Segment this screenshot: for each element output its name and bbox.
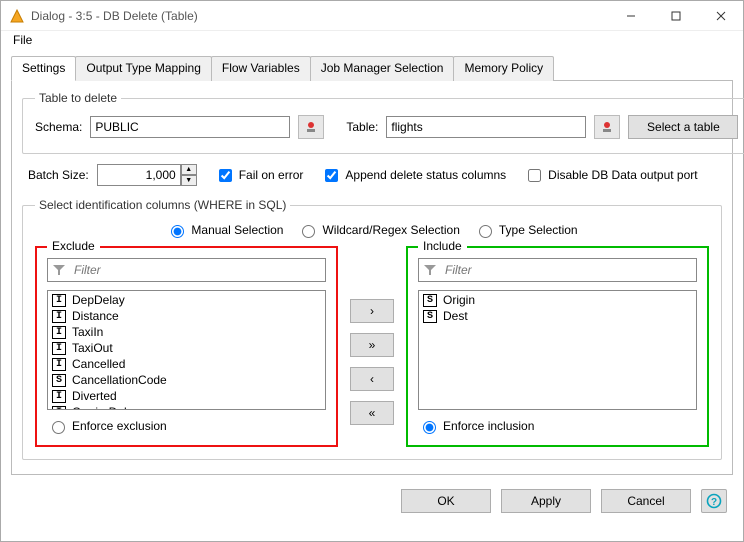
- integer-type-icon: I: [52, 310, 66, 323]
- svg-text:?: ?: [711, 497, 717, 508]
- exclude-box: Exclude IDepDelayIDistanceITaxiInITaxiOu…: [35, 246, 338, 447]
- select-table-button[interactable]: Select a table: [628, 115, 738, 139]
- string-type-icon: S: [423, 310, 437, 323]
- include-filter-input[interactable]: [441, 259, 692, 281]
- list-item[interactable]: I Cancelled: [48, 356, 325, 372]
- list-item[interactable]: I Diverted: [48, 388, 325, 404]
- move-left-button[interactable]: ‹: [350, 367, 394, 391]
- filter-icon: [423, 264, 437, 276]
- title-bar: Dialog - 3:5 - DB Delete (Table): [1, 1, 743, 31]
- include-list[interactable]: S Origin S Dest: [418, 290, 697, 410]
- list-item[interactable]: S Dest: [419, 308, 696, 324]
- column-name: Dest: [443, 309, 468, 323]
- apply-button[interactable]: Apply: [501, 489, 591, 513]
- include-box: Include SOriginSDest Enforce inclusion: [406, 246, 709, 447]
- integer-type-icon: I: [52, 294, 66, 307]
- tab-job-manager[interactable]: Job Manager Selection: [310, 56, 455, 81]
- list-item[interactable]: I CarrierDelay: [48, 404, 325, 410]
- cancel-button[interactable]: Cancel: [601, 489, 691, 513]
- column-name: Cancelled: [72, 357, 125, 371]
- dialog-footer: OK Apply Cancel ?: [1, 475, 743, 525]
- tab-flow-variables[interactable]: Flow Variables: [211, 56, 311, 81]
- table-to-delete-group: Table to delete Schema: Table: Select a …: [22, 91, 744, 154]
- help-icon: ?: [706, 493, 722, 509]
- schema-input[interactable]: [90, 116, 290, 138]
- fail-on-error-checkbox[interactable]: Fail on error: [215, 166, 304, 185]
- exclude-list[interactable]: I DepDelay I Distance I TaxiIn I TaxiOut I Cancel…: [47, 290, 326, 410]
- enforce-exclusion[interactable]: Enforce exclusion: [47, 418, 167, 434]
- move-all-left-button[interactable]: «: [350, 401, 394, 425]
- integer-type-icon: I: [52, 326, 66, 339]
- close-button[interactable]: [698, 1, 743, 31]
- ok-button[interactable]: OK: [401, 489, 491, 513]
- mode-manual[interactable]: Manual Selection: [166, 222, 283, 238]
- integer-type-icon: I: [52, 358, 66, 371]
- string-type-icon: S: [52, 374, 66, 387]
- batch-size-down[interactable]: ▼: [181, 175, 197, 186]
- column-name: DepDelay: [72, 293, 125, 307]
- menu-bar: File: [1, 31, 743, 51]
- column-name: Origin: [443, 293, 475, 307]
- tab-output-type-mapping[interactable]: Output Type Mapping: [75, 56, 212, 81]
- tab-settings[interactable]: Settings: [11, 56, 76, 81]
- disable-output-checkbox[interactable]: Disable DB Data output port: [524, 166, 697, 185]
- maximize-button[interactable]: [653, 1, 698, 31]
- menu-file[interactable]: File: [9, 31, 36, 49]
- integer-type-icon: I: [52, 390, 66, 403]
- app-icon: [9, 8, 25, 24]
- column-name: CarrierDelay: [72, 405, 139, 410]
- minimize-button[interactable]: [608, 1, 653, 31]
- integer-type-icon: I: [52, 406, 66, 411]
- list-item[interactable]: I DepDelay: [48, 292, 325, 308]
- column-name: TaxiOut: [72, 341, 113, 355]
- mode-type[interactable]: Type Selection: [474, 222, 578, 238]
- flow-variable-icon: [305, 121, 317, 133]
- window-title: Dialog - 3:5 - DB Delete (Table): [31, 9, 608, 23]
- append-status-checkbox[interactable]: Append delete status columns: [321, 166, 506, 185]
- schema-label: Schema:: [35, 120, 82, 134]
- column-name: CancellationCode: [72, 373, 167, 387]
- column-name: TaxiIn: [72, 325, 103, 339]
- table-label: Table:: [346, 120, 378, 134]
- id-columns-legend: Select identification columns (WHERE in …: [35, 198, 290, 212]
- list-item[interactable]: I TaxiIn: [48, 324, 325, 340]
- batch-size-input[interactable]: [97, 164, 181, 186]
- list-item[interactable]: I Distance: [48, 308, 325, 324]
- list-item[interactable]: I TaxiOut: [48, 340, 325, 356]
- string-type-icon: S: [423, 294, 437, 307]
- move-right-button[interactable]: ›: [350, 299, 394, 323]
- exclude-filter-input[interactable]: [70, 259, 321, 281]
- batch-size-up[interactable]: ▲: [181, 164, 197, 175]
- schema-flowvar-button[interactable]: [298, 115, 324, 139]
- integer-type-icon: I: [52, 342, 66, 355]
- help-button[interactable]: ?: [701, 489, 727, 513]
- filter-icon: [52, 264, 66, 276]
- id-columns-group: Select identification columns (WHERE in …: [22, 198, 722, 460]
- include-filter[interactable]: [418, 258, 697, 282]
- column-name: Diverted: [72, 389, 117, 403]
- table-flowvar-button[interactable]: [594, 115, 620, 139]
- table-input[interactable]: [386, 116, 586, 138]
- list-item[interactable]: S CancellationCode: [48, 372, 325, 388]
- tab-memory-policy[interactable]: Memory Policy: [453, 56, 554, 81]
- exclude-filter[interactable]: [47, 258, 326, 282]
- move-all-right-button[interactable]: »: [350, 333, 394, 357]
- column-name: Distance: [72, 309, 119, 323]
- settings-panel: Table to delete Schema: Table: Select a …: [11, 81, 733, 475]
- batch-size-label: Batch Size:: [28, 168, 89, 182]
- list-item[interactable]: S Origin: [419, 292, 696, 308]
- tab-strip: Settings Output Type Mapping Flow Variab…: [11, 55, 733, 81]
- include-legend: Include: [418, 239, 467, 253]
- enforce-inclusion[interactable]: Enforce inclusion: [418, 418, 534, 434]
- mode-wildcard[interactable]: Wildcard/Regex Selection: [297, 222, 459, 238]
- flow-variable-icon: [601, 121, 613, 133]
- exclude-legend: Exclude: [47, 239, 100, 253]
- table-to-delete-legend: Table to delete: [35, 91, 121, 105]
